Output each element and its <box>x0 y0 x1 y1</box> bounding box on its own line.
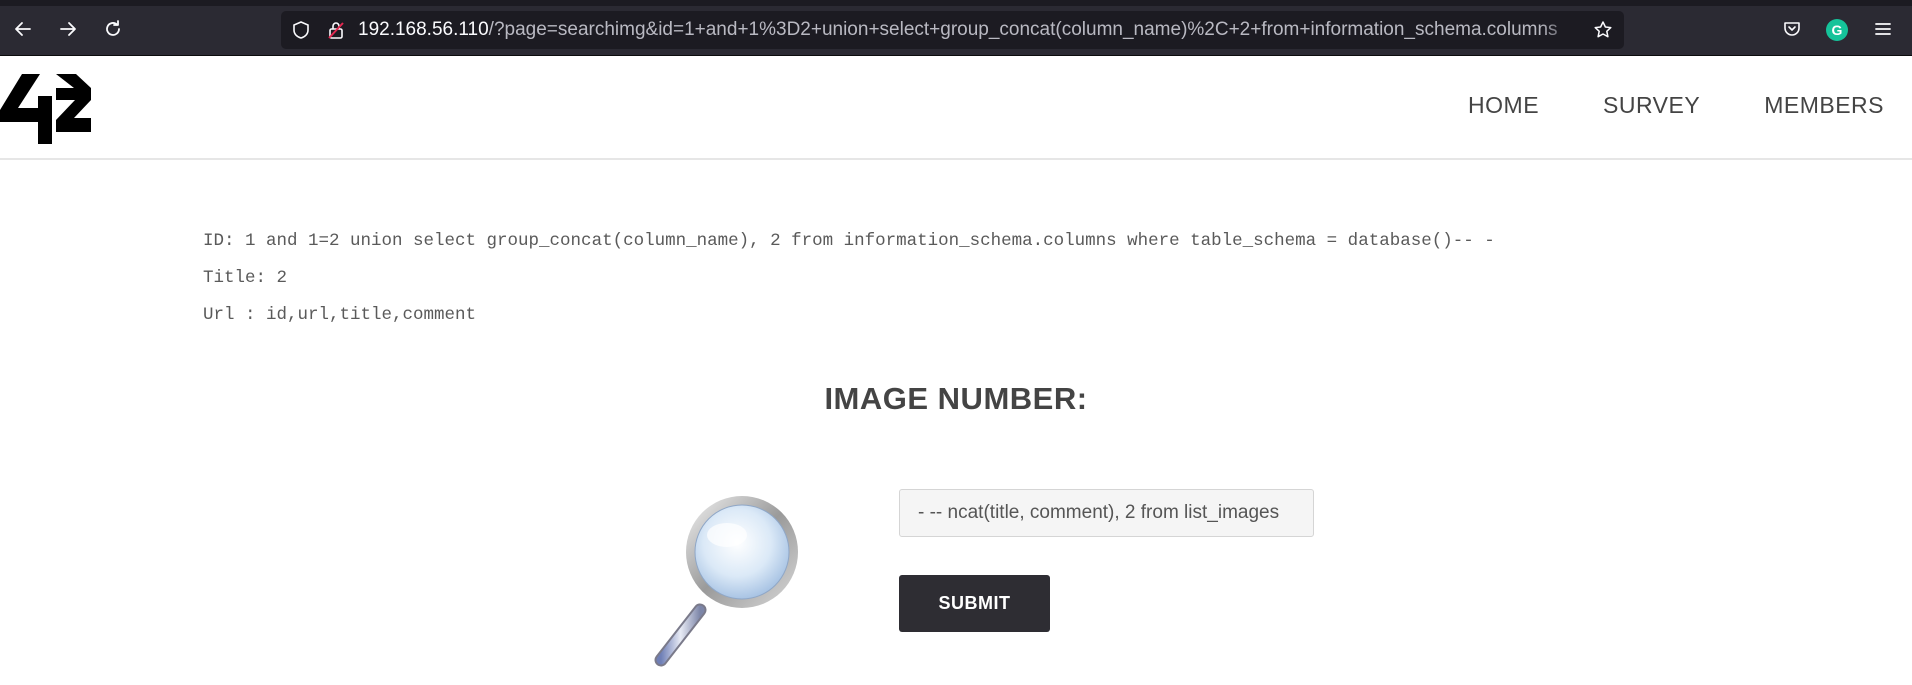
query-result: ID: 1 and 1=2 union select group_concat(… <box>203 229 1495 340</box>
result-url-line: Url : id,url,title,comment <box>203 305 477 325</box>
insecure-lock-icon[interactable] <box>326 20 346 40</box>
url-fade <box>1540 11 1580 49</box>
main-nav: HOME SURVEY MEMBERS <box>1404 92 1884 119</box>
nav-survey[interactable]: SURVEY <box>1603 92 1700 119</box>
result-title-line: Title: 2 <box>203 268 288 288</box>
hamburger-menu-icon[interactable] <box>1868 14 1898 44</box>
forward-arrow-icon[interactable] <box>53 14 83 44</box>
url-host: 192.168.56.110 <box>358 19 489 40</box>
address-bar[interactable]: 192.168.56.110/?page=searchimg&id=1+and+… <box>281 11 1624 49</box>
image-number-input[interactable] <box>899 489 1314 537</box>
url-path: /?page=searchimg&id=1+and+1%3D2+union+se… <box>488 19 1558 40</box>
url-text[interactable]: 192.168.56.110/?page=searchimg&id=1+and+… <box>358 19 1558 41</box>
nav-members[interactable]: MEMBERS <box>1764 92 1884 119</box>
nav-home[interactable]: HOME <box>1468 92 1539 119</box>
magnifying-glass-icon <box>645 490 805 670</box>
back-arrow-icon[interactable] <box>8 14 38 44</box>
result-id-line: ID: 1 and 1=2 union select group_concat(… <box>203 231 1495 251</box>
site-header: HOME SURVEY MEMBERS <box>0 56 1912 160</box>
submit-button[interactable]: SUBMIT <box>899 575 1050 632</box>
bookmark-star-icon[interactable] <box>1593 20 1613 40</box>
grammarly-extension-icon[interactable]: G <box>1826 19 1848 41</box>
pocket-icon[interactable] <box>1777 14 1807 44</box>
reload-icon[interactable] <box>98 14 128 44</box>
site-logo[interactable] <box>0 74 95 144</box>
tab-strip-edge <box>0 0 1912 6</box>
image-number-heading: IMAGE NUMBER: <box>824 381 1088 416</box>
tracking-protection-shield-icon[interactable] <box>291 20 311 40</box>
browser-toolbar: 192.168.56.110/?page=searchimg&id=1+and+… <box>0 0 1912 56</box>
